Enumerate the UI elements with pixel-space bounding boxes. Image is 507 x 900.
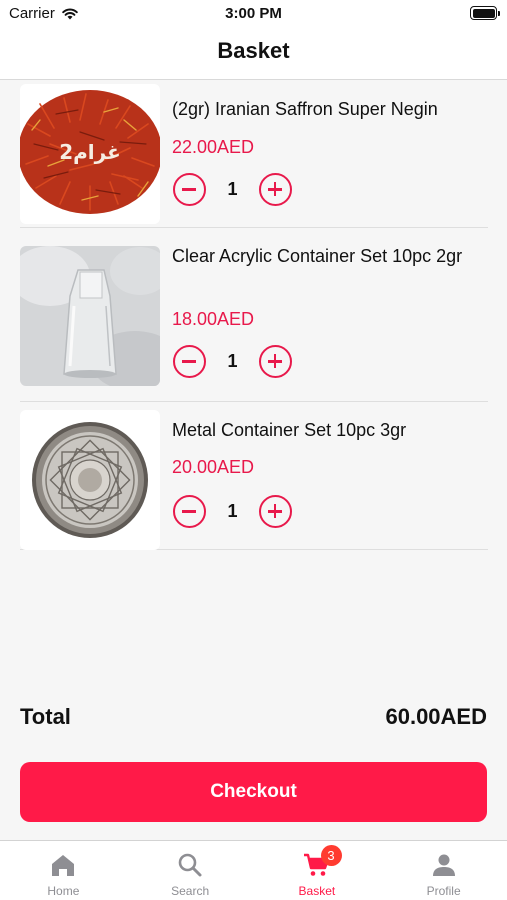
product-image-label: 2غرام — [59, 140, 121, 164]
quantity-value: 1 — [227, 351, 238, 371]
total-row: Total 60.00AED — [20, 704, 487, 736]
product-name: Metal Container Set 10pc 3gr — [172, 420, 407, 440]
quantity-stepper: 1 — [173, 173, 292, 206]
tab-profile[interactable]: Profile — [380, 841, 507, 900]
product-price: 22.00AED — [172, 137, 255, 157]
home-icon — [52, 855, 75, 876]
basket-item: Clear Acrylic Container Set 10pc 2gr 18.… — [20, 228, 488, 402]
decrease-quantity-button[interactable] — [173, 345, 206, 378]
minus-icon — [182, 510, 196, 513]
tab-home[interactable]: Home — [0, 841, 127, 900]
decrease-quantity-button[interactable] — [173, 495, 206, 528]
product-image-metal-container[interactable] — [20, 410, 160, 550]
tab-label: Home — [47, 884, 80, 898]
product-price: 18.00AED — [172, 309, 255, 329]
product-name: (2gr) Iranian Saffron Super Negin — [172, 99, 438, 119]
quantity-value: 1 — [227, 179, 238, 199]
status-bar: Carrier 3:00 PM — [0, 0, 507, 28]
search-icon — [178, 853, 202, 877]
product-name: Clear Acrylic Container Set 10pc 2gr — [172, 246, 463, 266]
minus-icon — [182, 360, 196, 363]
minus-icon — [182, 188, 196, 191]
quantity-value: 1 — [227, 501, 238, 521]
quantity-stepper: 1 — [173, 495, 292, 528]
nav-bar: Basket — [0, 28, 507, 80]
product-price: 20.00AED — [172, 457, 255, 477]
increase-quantity-button[interactable] — [259, 345, 292, 378]
total-value: 60.00AED — [385, 704, 487, 729]
tab-basket[interactable]: 3 Basket — [254, 841, 381, 900]
status-time: 3:00 PM — [225, 5, 282, 22]
product-image-acrylic-container[interactable] — [20, 246, 160, 386]
quantity-stepper: 1 — [173, 345, 292, 378]
tab-label: Search — [171, 884, 210, 898]
checkout-button[interactable]: Checkout — [20, 762, 487, 822]
increase-quantity-button[interactable] — [259, 173, 292, 206]
total-label: Total — [20, 704, 71, 729]
basket-list: 2غرام (2gr) Iranian Saffron Super Negin … — [20, 80, 488, 550]
page-title: Basket — [217, 38, 290, 63]
battery-icon — [470, 6, 500, 20]
tab-label: Basket — [298, 884, 336, 898]
decrease-quantity-button[interactable] — [173, 173, 206, 206]
tab-bar: Home Search 3 Basket Profile — [0, 840, 507, 900]
increase-quantity-button[interactable] — [259, 495, 292, 528]
tab-search[interactable]: Search — [127, 841, 254, 900]
product-image-saffron[interactable]: 2غرام — [20, 84, 160, 224]
person-icon — [432, 854, 455, 876]
cart-count-badge: 3 — [320, 845, 342, 866]
tab-label: Profile — [426, 884, 461, 898]
basket-item: Metal Container Set 10pc 3gr 20.00AED 1 — [20, 402, 488, 550]
basket-item: 2غرام (2gr) Iranian Saffron Super Negin … — [20, 80, 488, 228]
